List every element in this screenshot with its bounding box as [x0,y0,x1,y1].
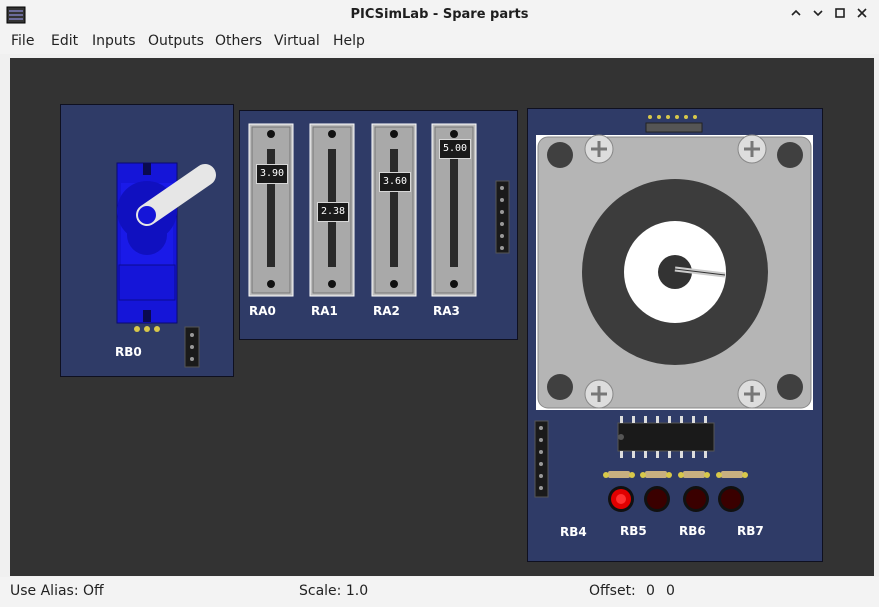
status-offset-label: Offset: [589,583,636,599]
potentiometer-value: 3.90 [256,164,288,184]
led-label: RB6 [679,524,706,538]
servo-label: RB0 [115,345,142,359]
menu-virtual[interactable]: Virtual [274,33,320,49]
potentiometer-value: 3.60 [379,172,411,192]
maximize-icon[interactable] [830,5,850,25]
status-alias: Use Alias: Off [10,583,104,599]
stepper-motor-graphic [534,115,813,498]
potentiometer-label: RA0 [249,304,276,318]
potentiometer-ra1[interactable]: 2.38 [310,124,354,296]
menu-outputs[interactable]: Outputs [148,33,204,49]
potentiometer-label: RA2 [373,304,400,318]
menu-inputs[interactable]: Inputs [92,33,136,49]
menu-help[interactable]: Help [333,33,365,49]
potentiometer-ra2[interactable]: 3.60 [372,124,416,296]
parts-canvas[interactable]: RB0 3.90 2.38 3.60 5.00 RA0 RA1 RA2 RA3 … [10,58,874,576]
potentiometer-value: 5.00 [439,139,471,159]
led-label: RB5 [620,524,647,538]
potentiometer-ra0[interactable]: 3.90 [249,124,293,296]
menu-file[interactable]: File [11,33,34,49]
stepper-label: RB4 [560,525,587,539]
menu-edit[interactable]: Edit [51,33,78,49]
window-title: PICSimLab - Spare parts [350,7,529,22]
potentiometer-label: RA1 [311,304,338,318]
servo-motor-icon [116,162,216,368]
potentiometers-part[interactable]: 3.90 2.38 3.60 5.00 RA0 RA1 RA2 RA3 [239,110,518,340]
status-offset-x: 0 [646,583,655,599]
status-scale: Scale: 1.0 [299,583,369,599]
stepper-motor-part[interactable]: RB4 [527,108,823,562]
menu-others[interactable]: Others [215,33,262,49]
chevron-up-icon[interactable] [786,5,806,25]
menu-bar: File Edit Inputs Outputs Others Virtual … [0,30,879,54]
chevron-down-icon[interactable] [808,5,828,25]
title-bar: PICSimLab - Spare parts [0,0,879,31]
close-icon[interactable] [852,5,872,25]
potentiometer-label: RA3 [433,304,460,318]
led-label: RB7 [737,524,764,538]
potentiometer-value: 2.38 [317,202,349,222]
status-bar: Use Alias: Off Scale: 1.0 Offset: 0 0 [0,577,879,607]
status-offset-y: 0 [666,583,675,599]
servo-part[interactable]: RB0 [60,104,234,377]
potentiometer-ra3[interactable]: 5.00 [432,124,476,296]
